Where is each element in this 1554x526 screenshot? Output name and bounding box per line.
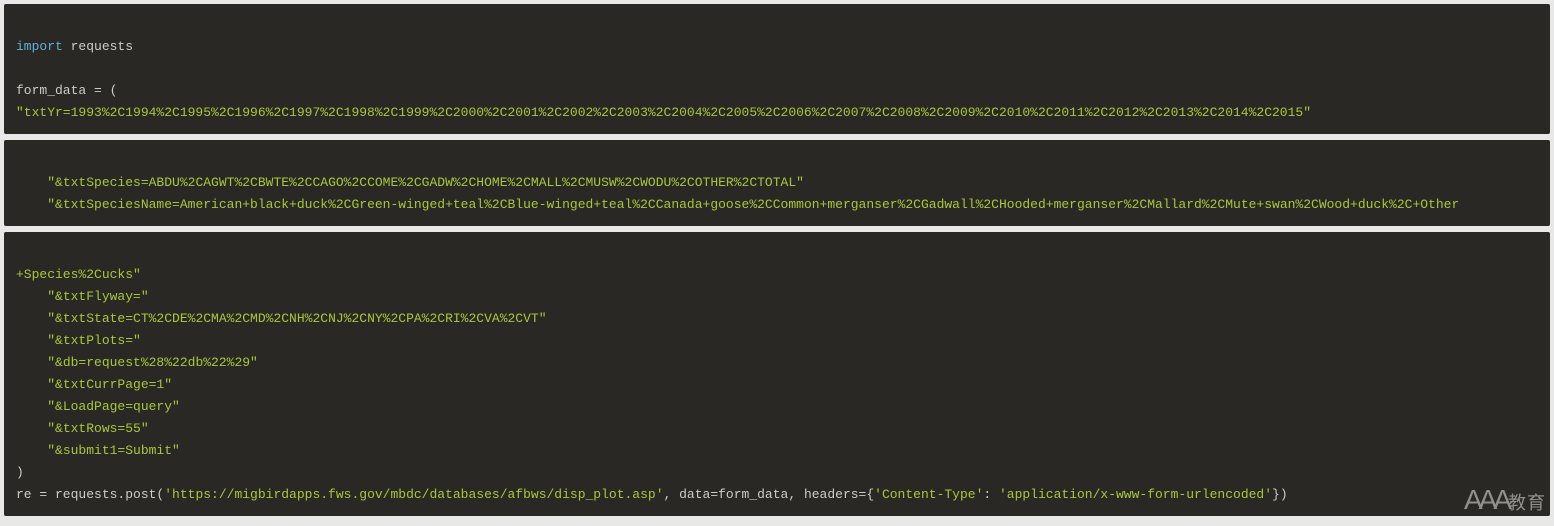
- string-literal: "&txtRows=55": [47, 421, 148, 436]
- string-literal: "txtYr=1993%2C1994%2C1995%2C1996%2C1997%…: [16, 105, 1311, 120]
- string-literal: "&submit1=Submit": [47, 443, 180, 458]
- string-literal: 'application/x-www-form-urlencoded': [999, 487, 1272, 502]
- string-literal: "&db=request%28%22db%22%29": [47, 355, 258, 370]
- colon: :: [983, 487, 999, 502]
- string-literal: "&txtSpecies=ABDU%2CAGWT%2CBWTE%2CCAGO%2…: [47, 175, 804, 190]
- code-line: +Species%2Cucks": [16, 267, 141, 282]
- module-name: requests: [63, 39, 133, 54]
- close-call: }): [1272, 487, 1288, 502]
- string-literal: "&txtState=CT%2CDE%2CMA%2CMD%2CNH%2CNJ%2…: [47, 311, 546, 326]
- string-literal: "&txtSpeciesName=American+black+duck%2CG…: [47, 197, 1459, 212]
- code-block-3: +Species%2Cucks" "&txtFlyway=" "&txtStat…: [4, 232, 1550, 516]
- close-paren: ): [16, 465, 24, 480]
- code-block-2: "&txtSpecies=ABDU%2CAGWT%2CBWTE%2CCAGO%2…: [4, 140, 1550, 226]
- watermark-logo: AAA: [1464, 484, 1508, 515]
- string-literal: "&txtCurrPage=1": [47, 377, 172, 392]
- function-call: re = requests.post(: [16, 487, 164, 502]
- string-literal: "&txtPlots=": [47, 333, 141, 348]
- code-line: re = requests.post('https://migbirdapps.…: [16, 487, 1288, 502]
- code-line: "&txtFlyway=": [16, 289, 149, 304]
- code-block-1: import requests form_data = ( "txtYr=199…: [4, 4, 1550, 134]
- string-literal: 'Content-Type': [874, 487, 983, 502]
- string-literal: "&txtFlyway=": [47, 289, 148, 304]
- keyword-import: import: [16, 39, 63, 54]
- code-line: import requests: [16, 39, 133, 54]
- code-line: "&txtPlots=": [16, 333, 141, 348]
- code-line: "&txtRows=55": [16, 421, 149, 436]
- open-paren: (: [110, 83, 118, 98]
- code-line: "&txtSpeciesName=American+black+duck%2CG…: [16, 197, 1459, 212]
- code-line: "&txtSpecies=ABDU%2CAGWT%2CBWTE%2CCAGO%2…: [16, 175, 804, 190]
- code-line: "&submit1=Submit": [16, 443, 180, 458]
- args-separator: , data=form_data, headers={: [664, 487, 875, 502]
- string-literal: "&LoadPage=query": [47, 399, 180, 414]
- code-line: "&txtState=CT%2CDE%2CMA%2CMD%2CNH%2CNJ%2…: [16, 311, 547, 326]
- string-literal: +Species%2Cucks": [16, 267, 141, 282]
- watermark: AAA教育: [1464, 484, 1546, 516]
- code-line: "&LoadPage=query": [16, 399, 180, 414]
- string-literal: 'https://migbirdapps.fws.gov/mbdc/databa…: [164, 487, 663, 502]
- code-line: form_data = (: [16, 83, 117, 98]
- code-line: ): [16, 465, 24, 480]
- code-line: "&txtCurrPage=1": [16, 377, 172, 392]
- variable-assign: form_data =: [16, 83, 110, 98]
- code-line: "&db=request%28%22db%22%29": [16, 355, 258, 370]
- watermark-label: 教育: [1508, 493, 1546, 513]
